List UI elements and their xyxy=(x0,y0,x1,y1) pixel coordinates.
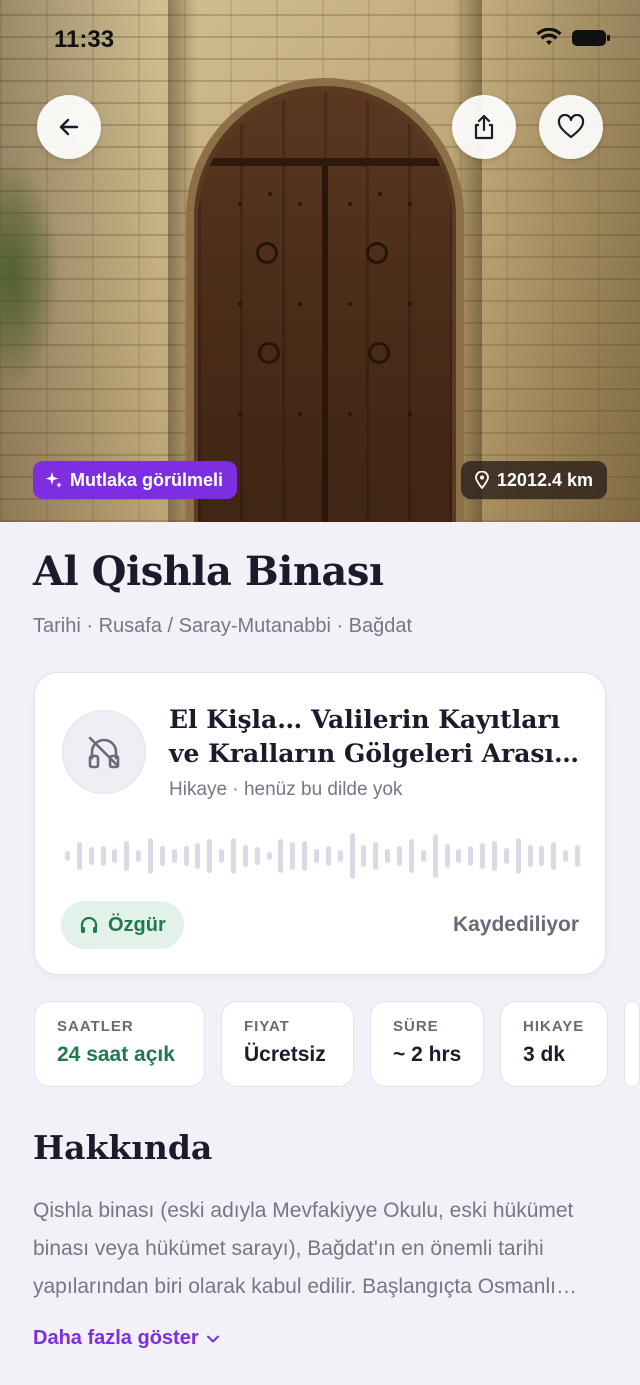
status-bar: 11:33 xyxy=(0,22,640,62)
show-more-label: Daha fazla göster xyxy=(33,1327,199,1349)
headphones-off-icon xyxy=(88,736,120,769)
audio-story-card[interactable]: El Kişla… Valilerin Kayıtları ve Krallar… xyxy=(34,672,606,975)
share-icon xyxy=(474,114,494,140)
wifi-icon xyxy=(536,28,562,45)
location-pin-icon xyxy=(475,471,489,489)
stat-hours-label: SAATLER xyxy=(57,1018,134,1035)
stat-duration-value: ~ 2 hrs xyxy=(393,1043,462,1066)
stat-story: HIKAYE 3 dk xyxy=(500,1001,608,1087)
recording-status: Kaydediliyor xyxy=(452,913,579,936)
door-illustration xyxy=(198,92,452,522)
stat-duration: SÜRE ~ 2 hrs xyxy=(370,1001,484,1087)
waveform xyxy=(65,831,580,881)
back-arrow-icon xyxy=(59,118,79,136)
narrator-chip[interactable]: Özgür xyxy=(61,901,184,949)
stat-duration-label: SÜRE xyxy=(393,1018,439,1035)
narrator-chip-label: Özgür xyxy=(108,913,166,936)
chevron-down-icon xyxy=(206,1335,219,1342)
hero-image: 11:33 Mutlaka görülmeli 12012.4 km xyxy=(0,0,640,522)
headphones-icon xyxy=(80,916,98,933)
stat-price-value: Ücretsiz xyxy=(244,1043,326,1066)
audio-story-title: El Kişla… Valilerin Kayıtları ve Krallar… xyxy=(169,705,579,768)
stat-price-label: FIYAT xyxy=(244,1018,290,1035)
stat-story-label: HIKAYE xyxy=(523,1018,585,1035)
stat-overflow-card xyxy=(624,1001,640,1087)
stat-hours: SAATLER 24 saat açık xyxy=(34,1001,205,1087)
stat-story-value: 3 dk xyxy=(523,1043,566,1066)
status-time: 11:33 xyxy=(54,26,115,53)
place-subtitle: Tarihi · Rusafa / Saray-Mutanabbi · Bağd… xyxy=(33,615,413,637)
must-see-label: Mutlaka görülmeli xyxy=(70,469,224,490)
must-see-badge: Mutlaka görülmeli xyxy=(33,461,238,499)
audio-story-meta: Hikaye · henüz bu dilde yok xyxy=(169,779,403,800)
sparkle-icon xyxy=(45,472,62,488)
stat-price: FIYAT Ücretsiz xyxy=(221,1001,354,1087)
distance-badge: 12012.4 km xyxy=(460,461,607,499)
distance-value: 12012.4 km xyxy=(496,469,593,490)
back-button[interactable] xyxy=(37,95,101,159)
share-button[interactable] xyxy=(452,95,516,159)
heart-icon xyxy=(557,114,585,139)
about-heading: Hakkında xyxy=(33,1128,213,1167)
place-title: Al Qishla Binası xyxy=(33,548,384,595)
show-more-button[interactable]: Daha fazla göster xyxy=(33,1327,219,1350)
about-text: Qishla binası (eski adıyla Mevfakiyye Ok… xyxy=(33,1199,574,1298)
stat-hours-value: 24 saat açık xyxy=(57,1043,175,1066)
favorite-button[interactable] xyxy=(539,95,603,159)
audio-unavailable-icon-wrap xyxy=(62,710,146,794)
battery-icon xyxy=(572,30,610,46)
